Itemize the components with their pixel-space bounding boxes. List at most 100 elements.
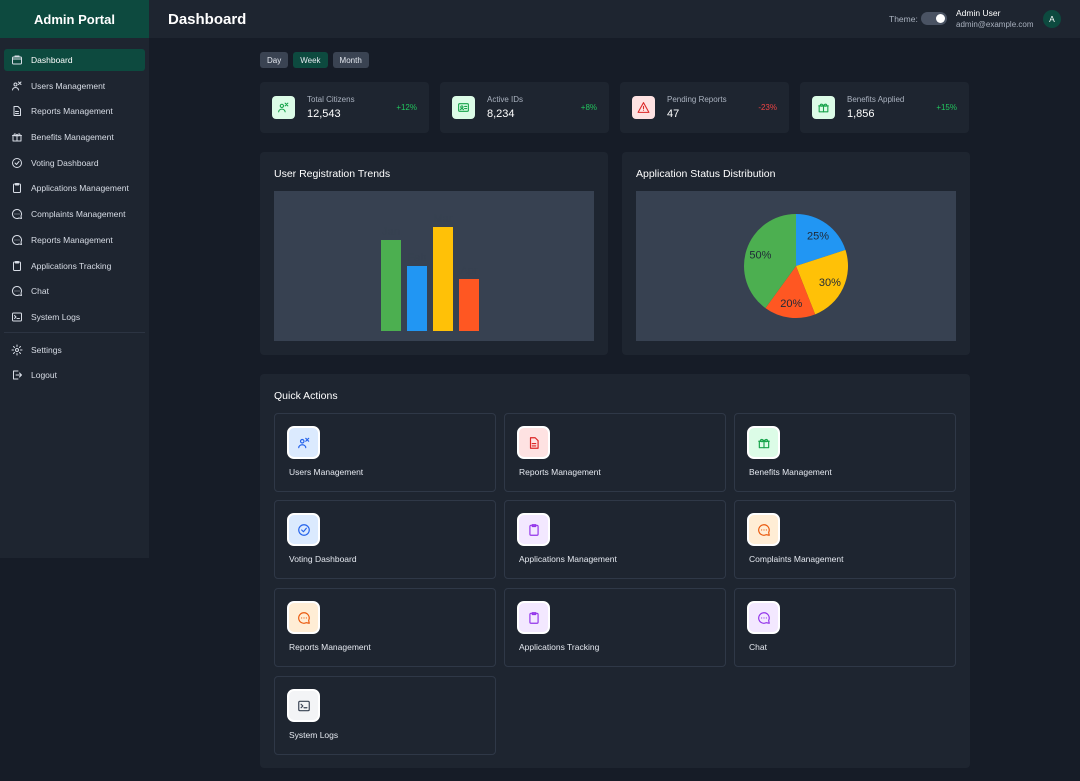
theme-label: Theme:	[889, 14, 918, 24]
sidebar-item-logout[interactable]: Logout	[4, 364, 145, 386]
stat-card-active-ids: Active IDs 8,234 +8%	[440, 82, 609, 133]
avatar[interactable]: A	[1043, 10, 1061, 28]
quick-actions-panel: Quick Actions Users Management Reports M…	[260, 374, 970, 768]
theme-toggle[interactable]	[921, 12, 947, 25]
quick-action-label: Applications Tracking	[519, 642, 600, 652]
quick-action-applications-tracking[interactable]: Applications Tracking	[504, 588, 726, 667]
sidebar-item-dashboard[interactable]: Dashboard	[4, 49, 145, 71]
period-day-button[interactable]: Day	[260, 52, 289, 68]
quick-action-users-management[interactable]: Users Management	[274, 413, 496, 492]
quick-action-label: Benefits Management	[749, 467, 832, 477]
stat-label: Active IDs	[487, 95, 524, 104]
pie-label-0: 25%	[807, 231, 829, 243]
quick-action-reports-management[interactable]: Reports Management	[504, 413, 726, 492]
stat-trend: +12%	[396, 103, 417, 112]
file-icon	[10, 105, 23, 118]
sidebar-item-label: Logout	[31, 370, 57, 381]
sidebar-item-users-management[interactable]: Users Management	[4, 75, 145, 97]
gift-icon	[747, 426, 780, 459]
clipboard-icon	[517, 601, 550, 634]
quick-action-applications-management[interactable]: Applications Management	[504, 500, 726, 579]
period-week-button[interactable]: Week	[293, 52, 328, 68]
bar-apr	[459, 279, 479, 331]
sidebar-nav: Dashboard Users Management Reports Manag…	[0, 38, 149, 386]
chat-icon	[287, 601, 320, 634]
sidebar-item-reports-management[interactable]: Reports Management	[4, 100, 145, 122]
page-title: Dashboard	[168, 10, 247, 28]
file-icon	[517, 426, 550, 459]
chat-icon	[747, 513, 780, 546]
quick-action-label: Chat	[749, 642, 767, 652]
clipboard-icon	[10, 182, 23, 195]
stat-card-benefits-applied: Benefits Applied 1,856 +15%	[800, 82, 969, 133]
bar-label-jan: Jan	[382, 226, 400, 238]
stat-label: Benefits Applied	[847, 95, 905, 104]
sidebar-item-label: Voting Dashboard	[31, 157, 99, 168]
sidebar-item-complaints-management[interactable]: Complaints Management	[4, 203, 145, 225]
sidebar-item-benefits-management[interactable]: Benefits Management	[4, 126, 145, 148]
sidebar-item-label: Complaints Management	[31, 209, 126, 220]
bar-chart: Jan Feb Mar Apr	[381, 213, 479, 331]
bar-label-apr: Apr	[460, 265, 477, 277]
chart-title: Application Status Distribution	[636, 168, 776, 180]
user-email: admin@example.com	[956, 20, 1034, 29]
sidebar-item-label: Applications Management	[31, 183, 129, 194]
quick-action-reports-management-2[interactable]: Reports Management	[274, 588, 496, 667]
sidebar-divider	[4, 331, 145, 333]
terminal-icon	[10, 310, 23, 323]
bar-mar	[433, 227, 453, 331]
stat-trend: +8%	[580, 103, 597, 112]
quick-action-label: Complaints Management	[749, 554, 844, 564]
sidebar-item-label: Applications Tracking	[31, 260, 112, 271]
quick-action-voting-dashboard[interactable]: Voting Dashboard	[274, 500, 496, 579]
stat-value: 1,856	[847, 108, 875, 120]
registration-chart-canvas: Jan Feb Mar Apr	[274, 191, 594, 341]
clipboard-icon	[517, 513, 550, 546]
toggle-knob	[936, 14, 945, 23]
stat-label: Pending Reports	[667, 95, 727, 104]
logout-icon	[10, 369, 23, 382]
users-icon	[10, 79, 23, 92]
chat-icon	[10, 285, 23, 298]
brand-title: Admin Portal	[0, 0, 149, 38]
sidebar-item-voting-dashboard[interactable]: Voting Dashboard	[4, 152, 145, 174]
pie-label-3: 50%	[749, 249, 771, 261]
quick-action-label: Users Management	[289, 467, 364, 477]
pie-label-1: 30%	[819, 277, 841, 289]
stat-value: 47	[667, 108, 680, 120]
status-chart-canvas: 25% 30% 20% 50%	[636, 191, 956, 341]
alert-triangle-icon	[632, 96, 655, 119]
gift-icon	[812, 96, 835, 119]
quick-action-system-logs[interactable]: System Logs	[274, 676, 496, 755]
period-selector: Day Week Month	[260, 52, 369, 68]
sidebar-item-label: Reports Management	[31, 106, 113, 117]
stat-card-total-citizens: Total Citizens 12,543 +12%	[260, 82, 429, 133]
sidebar-item-applications-tracking[interactable]: Applications Tracking	[4, 255, 145, 277]
stat-value: 8,234	[487, 108, 515, 120]
sidebar-item-applications-management[interactable]: Applications Management	[4, 177, 145, 199]
sidebar-item-reports-management-2[interactable]: Reports Management	[4, 229, 145, 251]
pie-label-2: 20%	[780, 298, 802, 310]
sidebar-item-chat[interactable]: Chat	[4, 280, 145, 302]
period-month-button[interactable]: Month	[332, 52, 369, 68]
quick-action-benefits-management[interactable]: Benefits Management	[734, 413, 956, 492]
bar-feb	[407, 266, 427, 331]
stat-trend: +15%	[936, 103, 957, 112]
quick-action-complaints-management[interactable]: Complaints Management	[734, 500, 956, 579]
stat-label: Total Citizens	[307, 95, 355, 104]
gift-icon	[10, 131, 23, 144]
stat-trend: -23%	[758, 103, 777, 112]
chart-title: User Registration Trends	[274, 168, 391, 180]
quick-action-chat[interactable]: Chat	[734, 588, 956, 667]
gear-icon	[10, 343, 23, 356]
sidebar-item-label: Dashboard	[31, 55, 73, 65]
quick-action-label: Reports Management	[289, 642, 371, 652]
sidebar-item-system-logs[interactable]: System Logs	[4, 306, 145, 328]
stat-card-pending-reports: Pending Reports 47 -23%	[620, 82, 789, 133]
sidebar-item-label: Reports Management	[31, 234, 113, 245]
quick-action-label: Voting Dashboard	[289, 554, 357, 564]
folder-icon	[10, 54, 23, 67]
users-icon	[287, 426, 320, 459]
sidebar-item-label: Benefits Management	[31, 132, 114, 143]
sidebar-item-settings[interactable]: Settings	[4, 339, 145, 361]
